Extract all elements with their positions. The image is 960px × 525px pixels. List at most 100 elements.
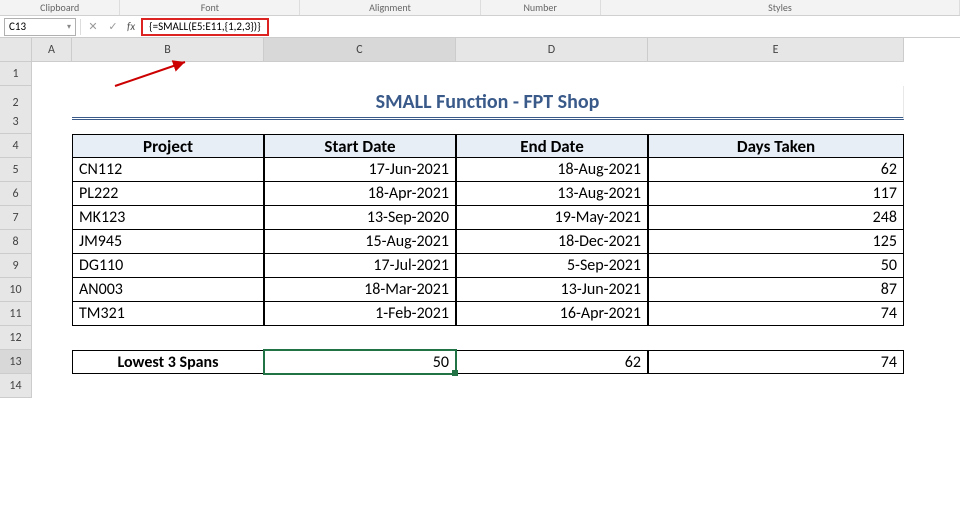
- row-header[interactable]: 3: [0, 110, 32, 134]
- cell-end[interactable]: 18-Aug-2021: [456, 158, 648, 182]
- formula-input[interactable]: {=SMALL(E5:E11,{1,2,3})}: [141, 18, 268, 36]
- cell[interactable]: [72, 374, 264, 398]
- cell[interactable]: [648, 326, 904, 350]
- cell[interactable]: [32, 254, 72, 278]
- cell[interactable]: [456, 62, 648, 86]
- cell[interactable]: [72, 110, 264, 134]
- cell-start[interactable]: 13-Sep-2020: [264, 206, 456, 230]
- cell-days[interactable]: 74: [648, 302, 904, 326]
- cell[interactable]: [32, 158, 72, 182]
- separator: [80, 19, 81, 35]
- cell-project[interactable]: JM945: [72, 230, 264, 254]
- ribbon-group-font: Font: [120, 0, 300, 15]
- cell-days[interactable]: 87: [648, 278, 904, 302]
- table-header-days[interactable]: Days Taken: [648, 134, 904, 158]
- cell[interactable]: [456, 374, 648, 398]
- cell-end[interactable]: 5-Sep-2021: [456, 254, 648, 278]
- row-header[interactable]: 13: [0, 350, 32, 374]
- cell[interactable]: [648, 374, 904, 398]
- row-header[interactable]: 9: [0, 254, 32, 278]
- cell-end[interactable]: 18-Dec-2021: [456, 230, 648, 254]
- name-box[interactable]: C13 ▾: [4, 18, 76, 36]
- check-icon[interactable]: ✓: [105, 19, 121, 35]
- row-header[interactable]: 10: [0, 278, 32, 302]
- ribbon-group-styles: Styles: [601, 0, 960, 15]
- row-header[interactable]: 5: [0, 158, 32, 182]
- cell-project[interactable]: AN003: [72, 278, 264, 302]
- fx-icon[interactable]: fx: [127, 20, 135, 33]
- cell-project[interactable]: MK123: [72, 206, 264, 230]
- ribbon-group-alignment: Alignment: [300, 0, 480, 15]
- cell[interactable]: [264, 62, 456, 86]
- row-header[interactable]: 14: [0, 374, 32, 398]
- cell-start[interactable]: 18-Apr-2021: [264, 182, 456, 206]
- cell[interactable]: [32, 110, 72, 134]
- cell-project[interactable]: TM321: [72, 302, 264, 326]
- formula-bar: C13 ▾ ✕ ✓ fx {=SMALL(E5:E11,{1,2,3})}: [0, 16, 960, 38]
- cell[interactable]: [32, 230, 72, 254]
- cell[interactable]: [32, 350, 72, 374]
- cell-result[interactable]: 62: [456, 350, 648, 374]
- table-header-end[interactable]: End Date: [456, 134, 648, 158]
- cell-start[interactable]: 1-Feb-2021: [264, 302, 456, 326]
- cancel-icon[interactable]: ✕: [85, 19, 101, 35]
- col-header-a[interactable]: A: [32, 38, 72, 62]
- cell-end[interactable]: 13-Aug-2021: [456, 182, 648, 206]
- chevron-down-icon[interactable]: ▾: [67, 22, 71, 32]
- cell-start[interactable]: 18-Mar-2021: [264, 278, 456, 302]
- select-all-corner[interactable]: [0, 38, 32, 62]
- row-header[interactable]: 11: [0, 302, 32, 326]
- cell[interactable]: [32, 182, 72, 206]
- cell-project[interactable]: PL222: [72, 182, 264, 206]
- cell-days[interactable]: 125: [648, 230, 904, 254]
- ribbon-group-number: Number: [481, 0, 601, 15]
- cell[interactable]: [648, 62, 904, 86]
- cell[interactable]: [32, 134, 72, 158]
- col-header-d[interactable]: D: [456, 38, 648, 62]
- col-header-c[interactable]: C: [264, 38, 456, 62]
- cell[interactable]: [72, 62, 264, 86]
- cell-days[interactable]: 117: [648, 182, 904, 206]
- cell[interactable]: [32, 278, 72, 302]
- cell[interactable]: [32, 302, 72, 326]
- cell-start[interactable]: 17-Jun-2021: [264, 158, 456, 182]
- row-header[interactable]: 7: [0, 206, 32, 230]
- cell[interactable]: [264, 374, 456, 398]
- cell[interactable]: [456, 110, 648, 134]
- cell-days[interactable]: 50: [648, 254, 904, 278]
- row-header[interactable]: 4: [0, 134, 32, 158]
- cell[interactable]: [32, 326, 72, 350]
- cell-end[interactable]: 13-Jun-2021: [456, 278, 648, 302]
- formula-text: {=SMALL(E5:E11,{1,2,3})}: [149, 20, 260, 33]
- cell-start[interactable]: 17-Jul-2021: [264, 254, 456, 278]
- row-header[interactable]: 8: [0, 230, 32, 254]
- cell[interactable]: [72, 326, 264, 350]
- cell[interactable]: [32, 62, 72, 86]
- cell[interactable]: [264, 110, 456, 134]
- cell[interactable]: [648, 110, 904, 134]
- spreadsheet-grid[interactable]: A B C D E 1 2 SMALL Function - FPT Shop …: [0, 38, 960, 398]
- row-header[interactable]: 1: [0, 62, 32, 86]
- col-header-e[interactable]: E: [648, 38, 904, 62]
- cell-days[interactable]: 62: [648, 158, 904, 182]
- cell-end[interactable]: 16-Apr-2021: [456, 302, 648, 326]
- col-header-b[interactable]: B: [72, 38, 264, 62]
- cell[interactable]: [456, 326, 648, 350]
- cell-start[interactable]: 15-Aug-2021: [264, 230, 456, 254]
- cell[interactable]: [264, 326, 456, 350]
- ribbon-group-labels: Clipboard Font Alignment Number Styles: [0, 0, 960, 16]
- table-header-start[interactable]: Start Date: [264, 134, 456, 158]
- cell-selected[interactable]: 50: [264, 350, 456, 374]
- name-box-value: C13: [9, 20, 26, 33]
- cell-project[interactable]: CN112: [72, 158, 264, 182]
- result-label[interactable]: Lowest 3 Spans: [72, 350, 264, 374]
- cell[interactable]: [32, 206, 72, 230]
- cell[interactable]: [32, 374, 72, 398]
- table-header-project[interactable]: Project: [72, 134, 264, 158]
- row-header[interactable]: 6: [0, 182, 32, 206]
- cell-end[interactable]: 19-May-2021: [456, 206, 648, 230]
- cell-result[interactable]: 74: [648, 350, 904, 374]
- cell-days[interactable]: 248: [648, 206, 904, 230]
- row-header[interactable]: 12: [0, 326, 32, 350]
- cell-project[interactable]: DG110: [72, 254, 264, 278]
